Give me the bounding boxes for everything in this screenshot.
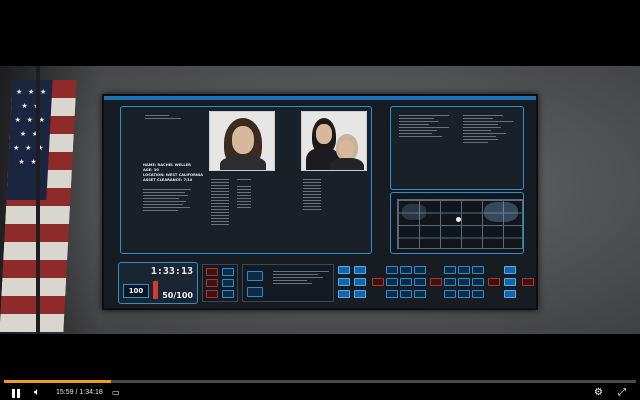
console-button[interactable] bbox=[430, 278, 442, 286]
console-button[interactable] bbox=[386, 290, 398, 298]
video-frame: ★ ★ ★ ★ ★ ★ ★ ★ ★ ★ ★ ★ ★ ★ ★ bbox=[0, 0, 640, 400]
settings-icon[interactable]: ⚙ bbox=[594, 386, 603, 400]
map-panel bbox=[390, 192, 524, 254]
group-photo bbox=[301, 111, 367, 171]
console-button[interactable] bbox=[444, 278, 456, 286]
player-controls: 🔈︎ 15:59 / 1:34:18 ▭ ⚙ ⤢ bbox=[0, 386, 640, 400]
progress-fill bbox=[4, 380, 112, 383]
status-indicators bbox=[202, 264, 238, 302]
console-button[interactable] bbox=[354, 278, 366, 286]
bio-column-2 bbox=[237, 177, 251, 210]
map-location-dot bbox=[456, 217, 461, 222]
console-button[interactable] bbox=[414, 266, 426, 274]
map-grid bbox=[397, 199, 523, 249]
status-panel: 1:33:13 100 50/100 bbox=[118, 262, 198, 304]
console-button[interactable] bbox=[472, 290, 484, 298]
profile-panel: NAME: RACHEL WELLER AGE: 30 LOCATION: WE… bbox=[120, 106, 372, 254]
profile-text: NAME: RACHEL WELLER AGE: 30 LOCATION: WE… bbox=[143, 163, 203, 213]
console-button[interactable] bbox=[338, 290, 350, 298]
console-button[interactable] bbox=[458, 266, 470, 274]
bio-column-1 bbox=[211, 177, 229, 227]
console-button[interactable] bbox=[400, 266, 412, 274]
video-progress-bar[interactable] bbox=[4, 380, 636, 383]
header-lines bbox=[145, 113, 185, 121]
console-button[interactable] bbox=[444, 290, 456, 298]
time-display: 15:59 / 1:34:18 bbox=[56, 386, 103, 400]
countdown-timer: 1:33:13 bbox=[150, 266, 193, 277]
volume-icon[interactable]: 🔈︎ bbox=[34, 386, 40, 400]
console-button[interactable] bbox=[354, 290, 366, 298]
console-button[interactable] bbox=[522, 278, 534, 286]
console-button[interactable] bbox=[472, 278, 484, 286]
count-box: 100 bbox=[123, 284, 149, 298]
console-button[interactable] bbox=[386, 266, 398, 274]
current-time: 15:59 bbox=[56, 389, 74, 396]
count-value: 100 bbox=[128, 287, 144, 295]
console-button[interactable] bbox=[504, 266, 516, 274]
wall-monitor: NAME: RACHEL WELLER AGE: 30 LOCATION: WE… bbox=[102, 94, 538, 310]
button-grid bbox=[338, 264, 538, 304]
console-button[interactable] bbox=[338, 266, 350, 274]
console-button[interactable] bbox=[504, 278, 516, 286]
map-landmass bbox=[402, 204, 426, 220]
fullscreen-icon[interactable]: ⤢ bbox=[618, 386, 626, 400]
data-panel bbox=[390, 106, 524, 190]
subtitles-icon[interactable]: ▭ bbox=[112, 386, 120, 400]
console-button[interactable] bbox=[504, 290, 516, 298]
console-button[interactable] bbox=[458, 278, 470, 286]
profile-photo bbox=[209, 111, 275, 171]
map-landmass bbox=[484, 202, 518, 222]
pause-icon[interactable] bbox=[12, 389, 21, 398]
bio-column-3 bbox=[303, 177, 321, 212]
data-lines-left bbox=[399, 113, 449, 139]
console-button[interactable] bbox=[488, 278, 500, 286]
profile-clearance: ASSET CLEARANCE: 7/10 bbox=[143, 178, 193, 182]
ratio-value: 50/100 bbox=[162, 291, 193, 300]
data-lines-right bbox=[463, 113, 513, 145]
console-button[interactable] bbox=[414, 278, 426, 286]
monitor-topbar bbox=[104, 96, 536, 100]
console-button[interactable] bbox=[338, 278, 350, 286]
log-panel bbox=[242, 264, 334, 302]
console-button[interactable] bbox=[400, 278, 412, 286]
console-button[interactable] bbox=[414, 290, 426, 298]
flag-pole bbox=[36, 66, 40, 334]
console-button[interactable] bbox=[472, 266, 484, 274]
duration: 1:34:18 bbox=[79, 389, 103, 396]
time-separator: / bbox=[75, 389, 78, 396]
console-button[interactable] bbox=[354, 266, 366, 274]
console-button[interactable] bbox=[386, 278, 398, 286]
flag-canton: ★ ★ ★ ★ ★ ★ ★ ★ ★ ★ ★ ★ ★ ★ ★ bbox=[6, 80, 53, 200]
console-button[interactable] bbox=[458, 290, 470, 298]
alert-bar bbox=[153, 281, 158, 299]
console-button[interactable] bbox=[444, 266, 456, 274]
console-button[interactable] bbox=[372, 278, 384, 286]
console-button[interactable] bbox=[400, 290, 412, 298]
